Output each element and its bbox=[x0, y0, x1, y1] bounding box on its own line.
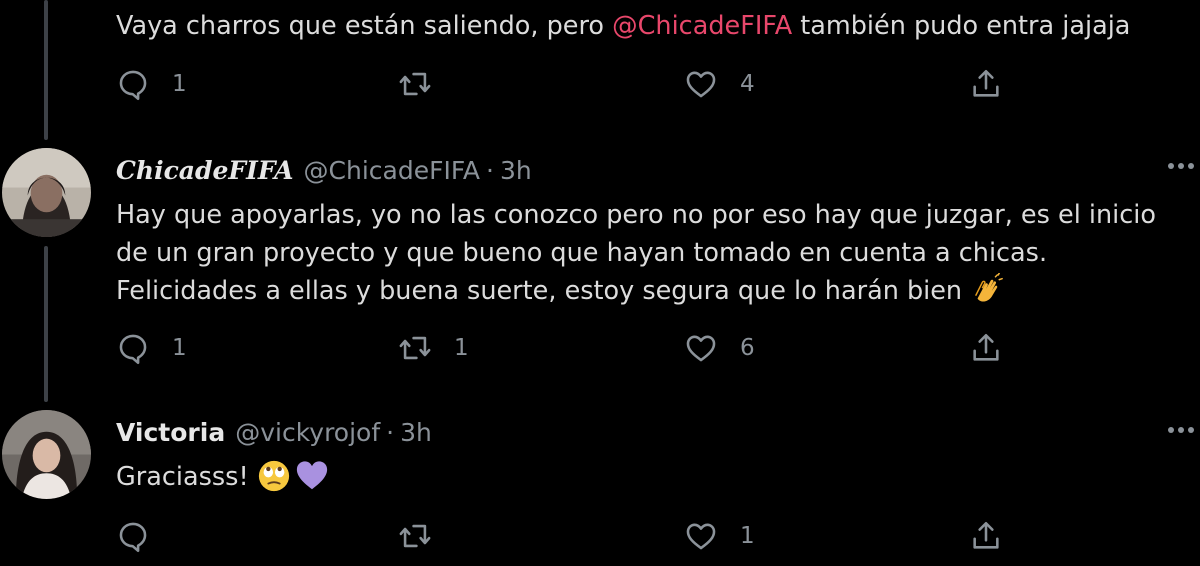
reply-icon bbox=[119, 522, 147, 553]
more-dot bbox=[1178, 427, 1184, 433]
tweet-header: Victoria @vickyrojof · 3h bbox=[116, 414, 432, 450]
timestamp[interactable]: 3h bbox=[400, 418, 432, 447]
avatar-image bbox=[2, 410, 91, 499]
thread-line-middle bbox=[44, 246, 48, 402]
like-count: 6 bbox=[740, 335, 755, 361]
reply-button[interactable] bbox=[116, 516, 172, 556]
eye-roll-face-emoji bbox=[258, 460, 289, 492]
tweet-actions: 1 bbox=[116, 516, 1196, 556]
more-dot bbox=[1188, 163, 1194, 169]
share-icon bbox=[973, 69, 999, 97]
retweet-icon bbox=[399, 72, 431, 96]
more-dot bbox=[1168, 163, 1174, 169]
reply-button[interactable]: 1 bbox=[116, 328, 187, 368]
share-button[interactable] bbox=[969, 64, 1003, 104]
like-button[interactable]: 6 bbox=[684, 328, 755, 368]
separator-dot: · bbox=[486, 155, 494, 185]
thread-line-top bbox=[44, 0, 48, 140]
user-handle[interactable]: @ChicadeFIFA bbox=[304, 156, 481, 185]
tweet-actions: 1 1 6 bbox=[116, 328, 1196, 368]
user-handle[interactable]: @vickyrojof bbox=[235, 418, 380, 447]
tweet-actions: 1 4 bbox=[116, 64, 1196, 104]
display-name[interactable]: ChicadeFIFA bbox=[116, 156, 294, 185]
retweet-count: 1 bbox=[454, 335, 469, 361]
tweet-text: Graciasss! bbox=[116, 458, 1186, 496]
reply-icon bbox=[119, 70, 147, 101]
heart-icon bbox=[686, 71, 716, 98]
share-button[interactable] bbox=[969, 516, 1003, 556]
tweet-text-part: Graciasss! bbox=[116, 462, 257, 492]
tweet-text-part: también pudo entra jajaja bbox=[792, 11, 1131, 41]
like-button[interactable]: 1 bbox=[684, 516, 755, 556]
tweet-text: Hay que apoyarlas, yo no las conozco per… bbox=[116, 196, 1186, 310]
purple-heart-emoji bbox=[296, 461, 327, 490]
avatar-image bbox=[2, 148, 91, 237]
retweet-icon bbox=[399, 336, 431, 360]
retweet-button[interactable] bbox=[398, 516, 454, 556]
tweet-header: ChicadeFIFA @ChicadeFIFA · 3h bbox=[116, 152, 532, 188]
reply-icon bbox=[119, 334, 147, 365]
mention-link[interactable]: @ChicadeFIFA bbox=[612, 11, 792, 41]
avatar[interactable] bbox=[2, 410, 91, 499]
more-dot bbox=[1168, 427, 1174, 433]
tweet-text: Vaya charros que están saliendo, pero @C… bbox=[116, 7, 1186, 45]
share-icon bbox=[973, 521, 999, 549]
like-button[interactable]: 4 bbox=[684, 64, 755, 104]
separator-dot: · bbox=[386, 417, 395, 447]
tweet-line: de un gran proyecto y que bueno que haya… bbox=[116, 238, 1048, 268]
share-icon bbox=[973, 333, 999, 361]
more-options-button[interactable] bbox=[1168, 163, 1194, 169]
like-count: 4 bbox=[740, 71, 755, 97]
reply-button[interactable]: 1 bbox=[116, 64, 187, 104]
more-options-button[interactable] bbox=[1168, 427, 1194, 433]
like-count: 1 bbox=[740, 523, 755, 549]
display-name[interactable]: Victoria bbox=[116, 418, 225, 447]
tweet-text-part: Vaya charros que están saliendo, pero bbox=[116, 11, 613, 41]
timestamp[interactable]: 3h bbox=[500, 156, 532, 185]
reply-count: 1 bbox=[172, 71, 187, 97]
retweet-icon bbox=[399, 524, 431, 548]
tweet-line: Felicidades a ellas y buena suerte, esto… bbox=[116, 276, 971, 306]
tweet-line: Hay que apoyarlas, yo no las conozco per… bbox=[116, 200, 1156, 230]
reply-count: 1 bbox=[172, 335, 187, 361]
retweet-button[interactable] bbox=[398, 64, 454, 104]
heart-icon bbox=[686, 335, 716, 362]
more-dot bbox=[1188, 427, 1194, 433]
more-dot bbox=[1178, 163, 1184, 169]
tweet-line-last: Felicidades a ellas y buena suerte, esto… bbox=[116, 272, 1186, 310]
share-button[interactable] bbox=[969, 328, 1003, 368]
heart-icon bbox=[686, 523, 716, 550]
clapping-hands-emoji bbox=[975, 273, 1004, 302]
retweet-button[interactable]: 1 bbox=[398, 328, 469, 368]
avatar[interactable] bbox=[2, 148, 91, 237]
